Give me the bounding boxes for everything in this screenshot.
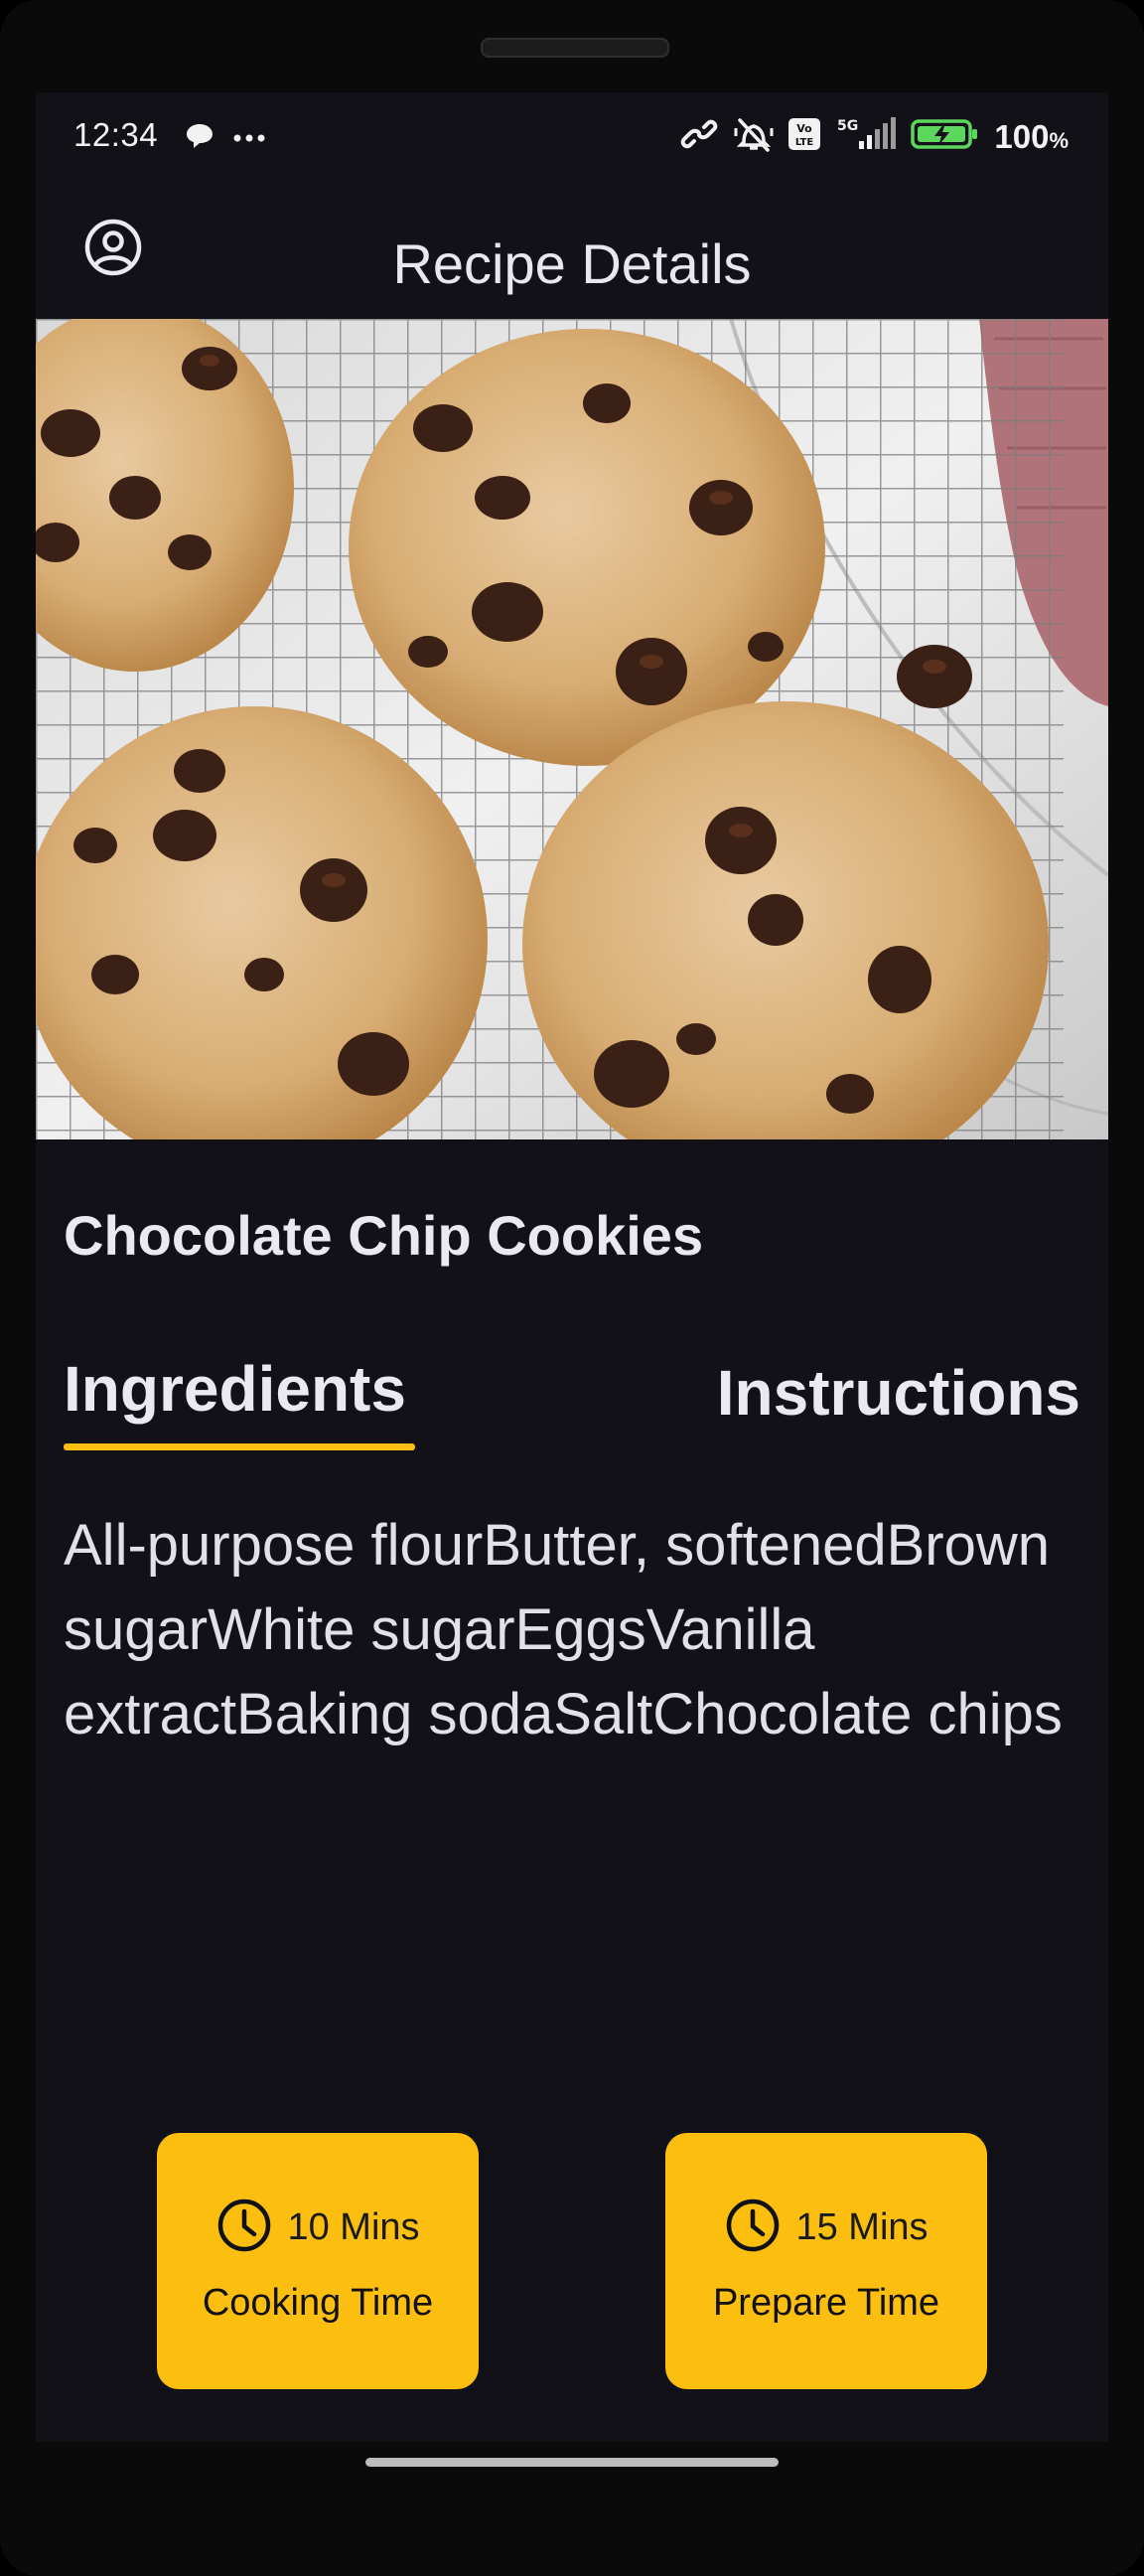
- page-title: Recipe Details: [392, 232, 752, 295]
- earpiece-speaker: [481, 38, 669, 58]
- status-system-icons: Vo LTE 5G 100%: [678, 116, 1069, 157]
- volte-icon: Vo LTE: [787, 117, 821, 156]
- svg-text:Vo: Vo: [797, 122, 813, 135]
- tab-instructions[interactable]: Instructions: [717, 1356, 1080, 1430]
- prepare-time-card[interactable]: 15 Mins Prepare Time: [665, 2133, 987, 2389]
- phone-frame: 12:34 Vo LTE 5G 100% Recipe Details Choc…: [0, 0, 1144, 2576]
- recipe-title: Chocolate Chip Cookies: [64, 1204, 704, 1267]
- svg-text:5G: 5G: [837, 118, 858, 134]
- svg-text:LTE: LTE: [795, 137, 814, 148]
- ingredients-content: All-purpose flourButter, softenedBrown s…: [64, 1513, 1063, 1746]
- prepare-time-label: Prepare Time: [712, 2282, 940, 2324]
- status-bar: 12:34 Vo LTE 5G 100%: [36, 92, 1108, 188]
- recipe-tabs: Ingredients Instructions: [36, 1352, 1108, 1461]
- chat-bubble-icon: [185, 122, 214, 155]
- cooking-time-row: 10 Mins: [157, 2197, 479, 2259]
- battery-percent: 100%: [994, 117, 1069, 155]
- status-notification-icons: [185, 122, 266, 155]
- clock-icon: [215, 2197, 273, 2259]
- recipe-image: [36, 319, 1108, 1139]
- cooking-time-label: Cooking Time: [202, 2282, 434, 2324]
- cooking-time-card[interactable]: 10 Mins Cooking Time: [157, 2133, 479, 2389]
- prepare-time-row: 15 Mins: [665, 2197, 987, 2259]
- status-time: 12:34: [73, 116, 159, 153]
- more-dots-icon: [232, 130, 266, 148]
- vibrate-muted-icon: [734, 116, 774, 157]
- battery-charging-icon: [911, 117, 980, 156]
- link-icon: [678, 119, 720, 154]
- cooking-time-value: 10 Mins: [287, 2206, 420, 2248]
- prepare-time-value: 15 Mins: [795, 2206, 929, 2248]
- clock-icon: [724, 2197, 782, 2259]
- home-indicator[interactable]: [365, 2458, 779, 2467]
- tab-selected-indicator: [64, 1443, 415, 1450]
- app-screen: 12:34 Vo LTE 5G 100% Recipe Details Choc…: [36, 92, 1108, 2442]
- tab-ingredients[interactable]: Ingredients: [64, 1352, 406, 1426]
- app-bar: Recipe Details: [36, 188, 1108, 317]
- signal-5g-icon: 5G: [835, 117, 897, 156]
